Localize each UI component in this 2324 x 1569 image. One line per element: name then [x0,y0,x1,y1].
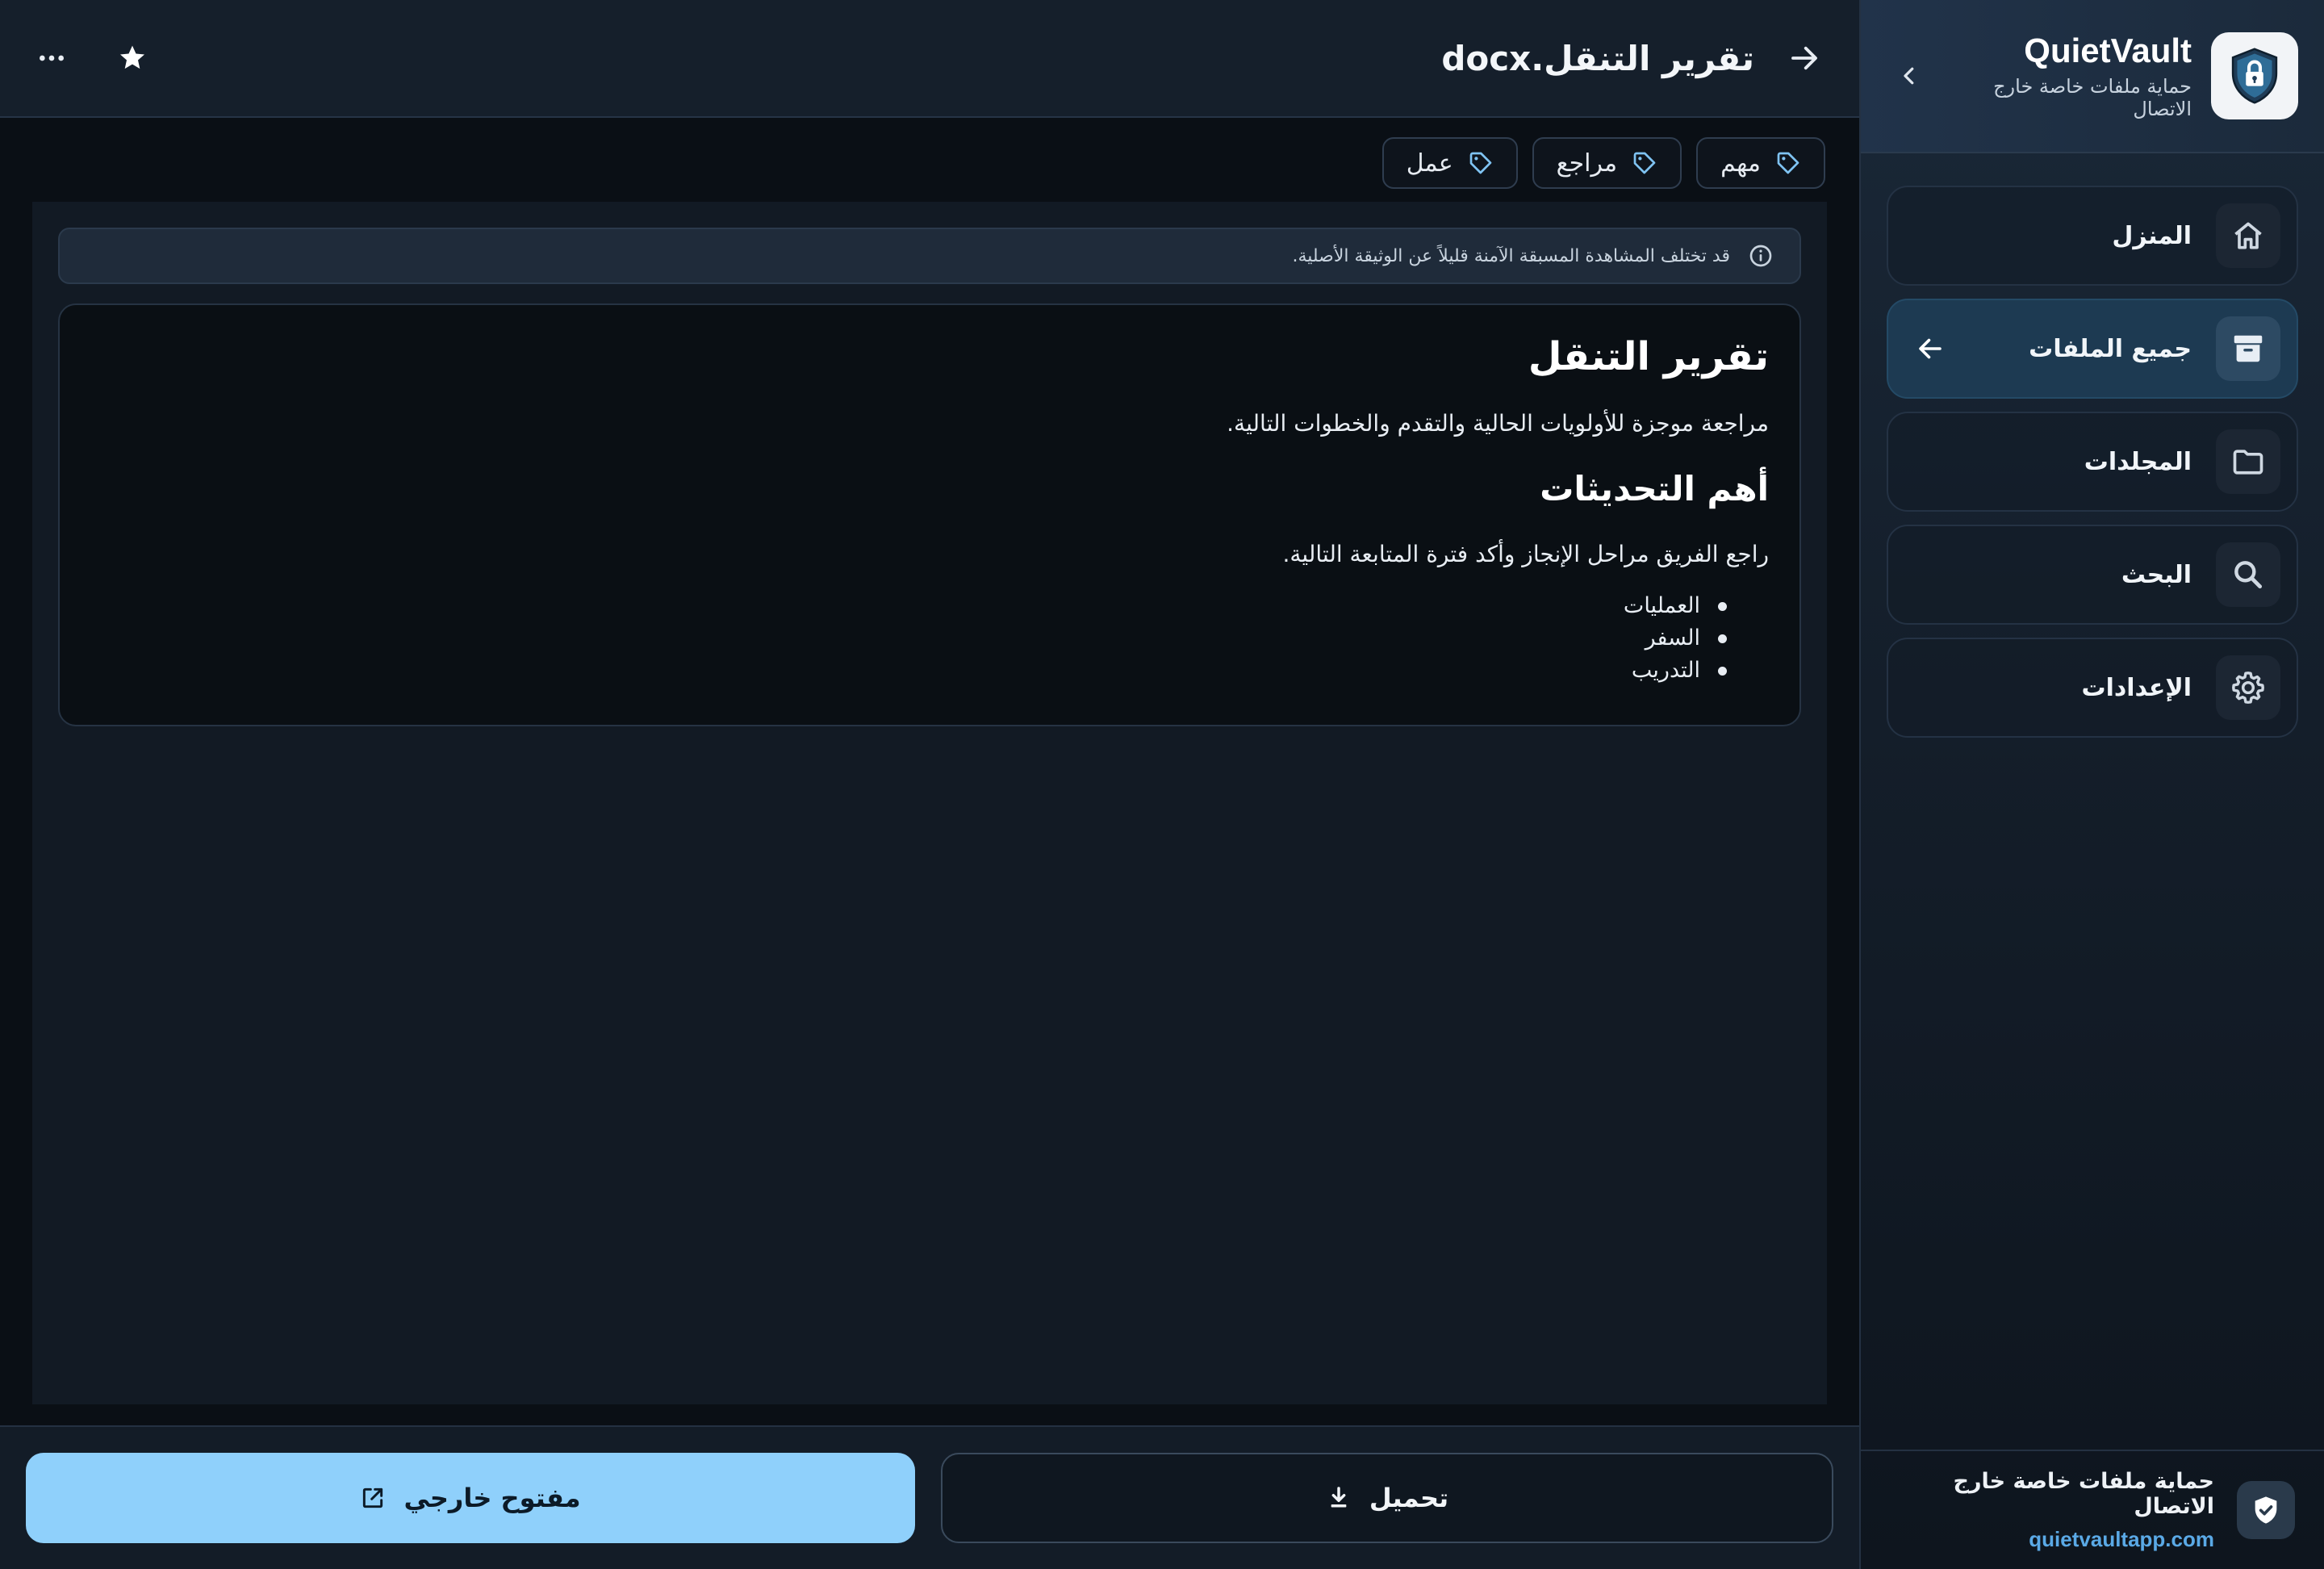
list-item-text: السفر [1645,626,1700,651]
document-preview: قد تختلف المشاهدة المسبقة الآمنة قليلاً … [32,202,1827,1404]
brand-header: QuietVault حماية ملفات خاصة خارج الاتصال [1861,0,2324,153]
star-icon [120,45,144,69]
app-tagline: حماية ملفات خاصة خارج الاتصال [1993,75,2192,120]
sidebar-item-label: الإعدادات [2081,673,2192,702]
brand-text: QuietVault حماية ملفات خاصة خارج الاتصال [1929,31,2192,120]
list-item-text: التدريب [1631,658,1700,683]
sidebar-item-label: المجلدات [2084,447,2192,476]
notice-text: قد تختلف المشاهدة المسبقة الآمنة قليلاً … [1292,245,1730,266]
list-item: العمليات [90,590,1727,622]
search-icon [2234,561,2263,589]
footer-text: حماية ملفات خاصة خارج الاتصال quietvault… [1890,1469,2214,1552]
bullet [1718,634,1727,643]
document-list: العمليات السفر التدريب [90,590,1727,687]
tag-icon [1777,152,1799,174]
tag-icon [1633,152,1656,174]
open-external-label: مفتوح خارجي [403,1483,581,1513]
tag-label: عمل [1406,149,1453,178]
tag-chip[interactable]: مهم [1696,137,1825,189]
nav-icon-box [2216,655,2280,720]
app-name: QuietVault [2024,31,2192,69]
sidebar-nav: المنزل جميع الملفات المجلدات البحث الإعد… [1861,153,2324,738]
sidebar-item-all-files[interactable]: جميع الملفات [1887,299,2298,399]
arrow-left-icon [1919,338,1942,359]
file-header: تقرير التنقل.docx [0,0,1859,118]
info-icon [1749,245,1772,267]
bullet [1718,666,1727,676]
chevron-left-icon [1904,67,1914,85]
nav-icon-box [2216,429,2280,494]
download-label: تحميل [1369,1483,1449,1513]
more-options-button[interactable] [29,36,74,81]
tag-label: مهم [1720,149,1761,178]
tag-list: مهم مراجع عمل [1381,137,1825,189]
bullet [1718,601,1727,611]
shield-lock-icon [2231,48,2278,104]
sidebar: QuietVault حماية ملفات خاصة خارج الاتصال… [1859,0,2324,1569]
download-icon [1331,1487,1347,1508]
preview-notice: قد تختلف المشاهدة المسبقة الآمنة قليلاً … [58,228,1801,284]
collapse-sidebar-button[interactable] [1890,56,1929,95]
tag-chip[interactable]: مراجع [1532,137,1682,189]
nav-icon-box [2216,203,2280,268]
folder-icon [2233,450,2263,475]
document-lead: مراجعة موجزة للأولويات الحالية والتقدم و… [1227,410,1769,437]
gear-icon [2232,672,2264,704]
open-external-button[interactable]: مفتوح خارجي [26,1453,915,1543]
more-horizontal-icon [40,55,64,61]
favorite-button[interactable] [110,36,155,81]
active-indicator [1911,329,1950,368]
nav-icon-box [2216,316,2280,381]
shield-check-icon [2255,1496,2277,1524]
home-icon [2234,222,2262,249]
action-bar: تحميل مفتوح خارجي [0,1425,1859,1569]
list-item: السفر [90,622,1727,655]
sidebar-item-label: المنزل [2112,221,2192,250]
external-open-icon [363,1487,383,1508]
sidebar-item-search[interactable]: البحث [1887,525,2298,625]
list-item: التدريب [90,655,1727,687]
sidebar-footer: حماية ملفات خاصة خارج الاتصال quietvault… [1861,1450,2324,1569]
sidebar-item-home[interactable]: المنزل [1887,186,2298,286]
tag-label: مراجع [1556,149,1618,178]
nav-icon-box [2216,542,2280,607]
footer-badge [2237,1481,2295,1539]
archive-icon [2234,335,2263,362]
list-item-text: العمليات [1623,593,1700,618]
sidebar-item-settings[interactable]: الإعدادات [1887,638,2298,738]
app-logo [2211,32,2298,119]
footer-title: حماية ملفات خاصة خارج الاتصال [1953,1468,2214,1519]
arrow-right-icon [1791,46,1817,70]
website-link[interactable]: quietvaultapp.com [1890,1527,2214,1552]
sidebar-item-label: جميع الملفات [2029,334,2192,363]
back-button[interactable] [1779,32,1830,84]
header-actions [29,36,155,81]
document-body: تقرير التنقل مراجعة موجزة للأولويات الحا… [58,303,1801,726]
tag-chip[interactable]: عمل [1381,137,1518,189]
tag-icon [1469,152,1491,174]
main-content: تقرير التنقل.docx مهم مراجع عمل قد تختلف… [0,0,1859,1569]
document-heading: تقرير التنقل [1528,334,1769,379]
document-paragraph: راجع الفريق مراحل الإنجاز وأكد فترة المت… [1282,541,1769,567]
file-title: تقرير التنقل.docx [1441,38,1754,78]
document-subheading: أهم التحديثات [1540,469,1769,508]
sidebar-item-label: البحث [2121,560,2192,589]
download-button[interactable]: تحميل [941,1453,1833,1543]
sidebar-item-folders[interactable]: المجلدات [1887,412,2298,512]
